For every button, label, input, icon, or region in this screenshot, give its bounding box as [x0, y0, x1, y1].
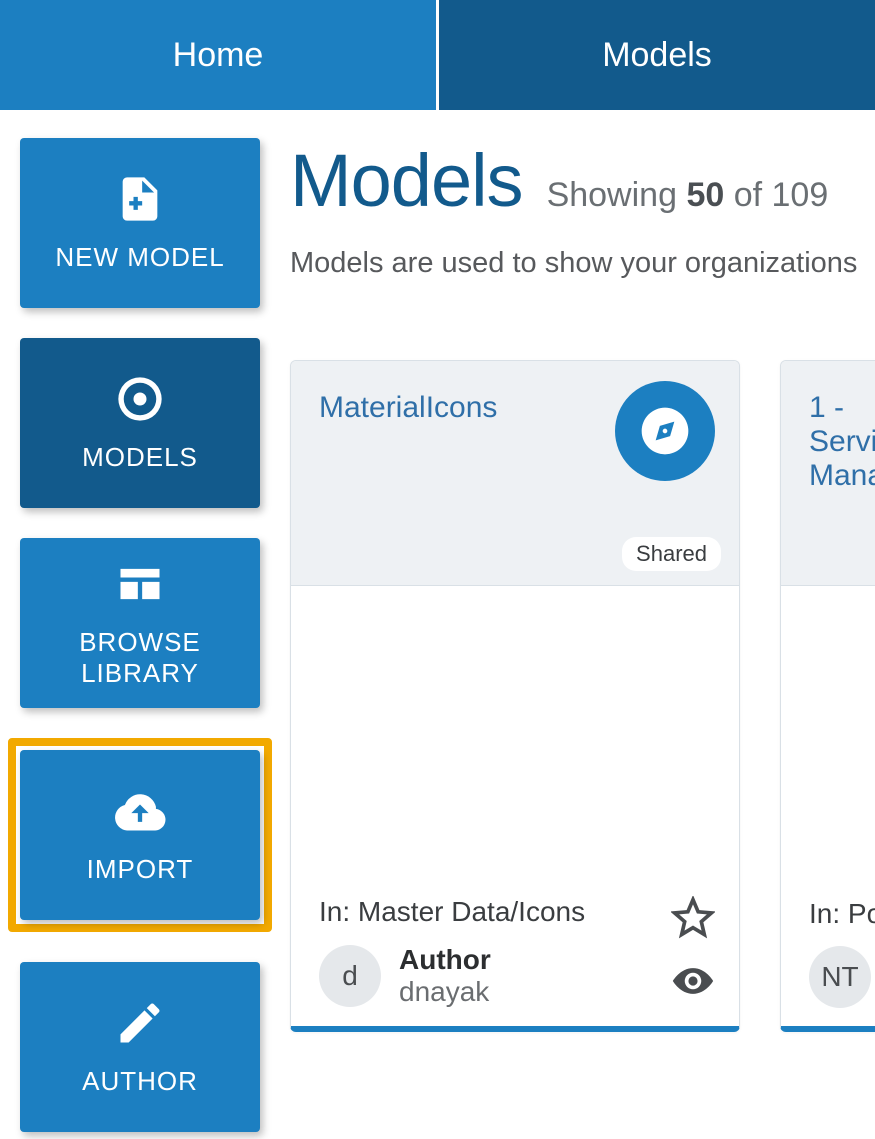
avatar: NT — [809, 946, 871, 1008]
author-name: dnayak — [399, 976, 491, 1008]
card-header: 1 - Service Management — [781, 361, 875, 586]
import-button[interactable]: IMPORT — [20, 750, 260, 920]
file-plus-icon — [114, 173, 166, 232]
top-nav: Home Models — [0, 0, 875, 110]
showing-prefix: Showing — [547, 176, 677, 214]
cloud-upload-icon — [114, 785, 166, 844]
models-button[interactable]: MODELS — [20, 338, 260, 508]
target-icon — [114, 373, 166, 432]
showing-count: 50 — [686, 176, 724, 214]
sidebar: NEW MODEL MODELS BROWSE LIBRARY — [0, 138, 260, 1132]
card-path: In: Master Data/Icons — [319, 896, 711, 928]
model-card[interactable]: 1 - Service Management In: Po NT — [780, 360, 875, 1032]
library-icon — [114, 558, 166, 617]
shared-badge: Shared — [622, 537, 721, 571]
card-header: MaterialIcons Shared — [291, 361, 739, 586]
sidebar-label: IMPORT — [87, 854, 194, 885]
content-area: Models Showing 50 of 109 Models are used… — [260, 138, 875, 1132]
avatar: d — [319, 945, 381, 1007]
results-count: Showing 50 of 109 — [547, 176, 829, 215]
sidebar-label: AUTHOR — [82, 1066, 198, 1097]
eye-icon[interactable] — [671, 959, 715, 1008]
showing-of: of 109 — [734, 176, 829, 214]
pencil-icon — [114, 997, 166, 1056]
sidebar-label: BROWSE LIBRARY — [20, 627, 260, 689]
page-description: Models are used to show your organizatio… — [290, 247, 875, 280]
card-path: In: Po — [809, 898, 871, 930]
page-title: Models — [290, 138, 523, 223]
sidebar-label: NEW MODEL — [55, 242, 224, 273]
author-button[interactable]: AUTHOR — [20, 962, 260, 1132]
browse-library-button[interactable]: BROWSE LIBRARY — [20, 538, 260, 708]
tab-home[interactable]: Home — [0, 0, 439, 110]
star-icon[interactable] — [671, 896, 715, 945]
sidebar-label: MODELS — [82, 442, 198, 473]
new-model-button[interactable]: NEW MODEL — [20, 138, 260, 308]
card-title: 1 - Service Management — [809, 391, 871, 493]
model-card[interactable]: MaterialIcons Shared In: Master Data/Ico… — [290, 360, 740, 1032]
author-label: Author — [399, 944, 491, 976]
tab-models[interactable]: Models — [439, 0, 875, 110]
compass-icon — [615, 381, 715, 481]
